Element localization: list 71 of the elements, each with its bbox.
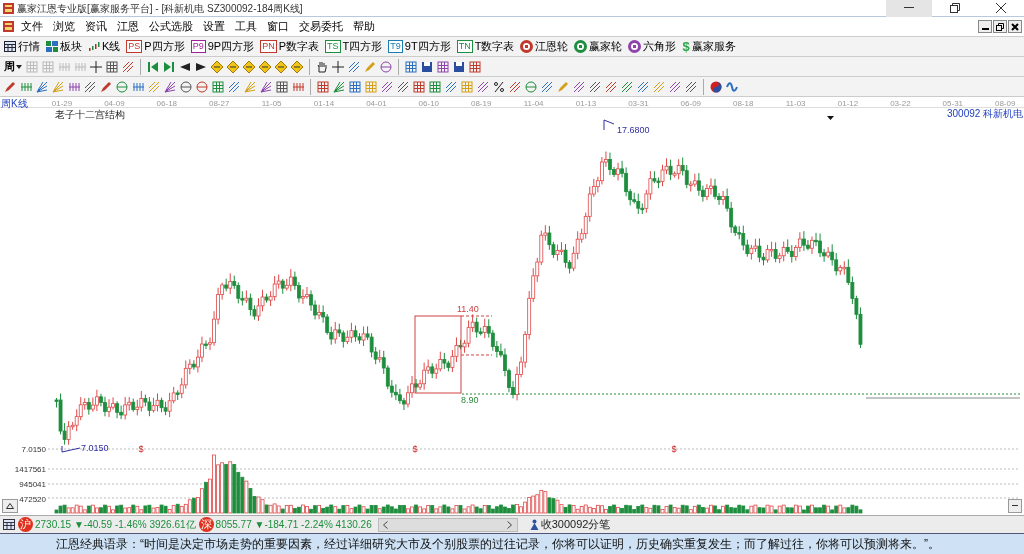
date-label: 08-27 [208,98,230,108]
price-label: 11.40 [457,304,479,314]
badge-icon: PS [126,40,143,53]
toolbar-button[interactable]: 六角形 [628,38,677,55]
signal-marker: $ [412,444,418,454]
tick-detail-link[interactable]: 收300092分笔 [540,516,611,533]
toolbar-button[interactable]: 江恩轮 [520,38,569,55]
badge-icon: TN [456,40,473,53]
toolbar-button[interactable]: 行情 [4,38,40,55]
toolbar-button[interactable]: $赢家服务 [682,38,736,55]
indicator-name: 老子十二宫结构 [55,109,125,120]
index-badge: 沪 [18,517,33,532]
date-label: 05-31 [942,98,964,108]
menu-item[interactable]: 窗口 [262,17,294,36]
menu-item[interactable]: 文件 [16,17,48,36]
period-dropdown[interactable]: 周 [4,58,22,75]
price-axis-label: 7.0150 [21,445,46,454]
index-badge: 深 [198,517,214,532]
toolbar-button[interactable]: PN P数字表 [260,38,320,55]
index-quote: 8055.77 ▼-184.71 -2.24% 4130.26 [215,518,372,532]
date-label: 03-31 [628,98,649,108]
toolbar-button[interactable]: TN T数字表 [456,38,515,55]
toolbar-button[interactable]: PS P四方形 [126,38,185,55]
menu-item[interactable]: 工具 [230,17,262,36]
date-label: 04-01 [366,98,387,108]
menu-item[interactable]: 交易委托 [294,17,348,36]
date-label: 06-09 [680,98,702,108]
date-label: 11-03 [785,98,806,108]
index-quote: 2730.15 ▼-40.59 -1.46% 3926.61亿 [35,518,196,532]
signal-marker: $ [671,444,677,454]
price-label: 8.90 [461,395,479,405]
date-label: 11-04 [523,98,544,108]
date-label: 01-29 [51,98,73,108]
stock-name: 300092 科新机电 [947,108,1024,119]
dollar-icon: $ [682,40,690,53]
toolbar-button[interactable]: T9 9T四方形 [388,38,451,55]
menu-item[interactable]: 帮助 [348,17,380,36]
volume-axis-label: 1417561 [14,465,46,474]
date-label: 01-14 [313,98,335,108]
toolbar-button[interactable]: 赢家轮 [574,38,623,55]
toolbar-button[interactable]: P9 9P四方形 [190,38,255,55]
date-label: 08-09 [994,98,1016,108]
badge-icon: PN [260,40,277,53]
period-label: 周K线 [1,98,28,109]
date-label: 08-18 [732,98,754,108]
badge-icon: TS [325,40,341,53]
date-label: 06-18 [156,98,178,108]
date-label: 01-13 [575,98,597,108]
low-price-label: 7.0150 [81,443,109,453]
badge-icon: P9 [190,40,206,53]
date-label: 08-19 [470,98,492,108]
badge-icon: T9 [388,40,403,53]
signal-marker: $ [138,444,144,454]
date-label: 01-12 [837,98,859,108]
date-label: 03-22 [890,98,911,108]
window-title: 赢家江恩专业版[赢家服务平台] - [科新机电 SZ300092-184周K线] [17,1,303,16]
menu-item[interactable]: 浏览 [48,17,80,36]
toolbar-button[interactable]: K线 [88,38,121,55]
high-price-label: 17.6800 [617,125,650,135]
menu-item[interactable]: 江恩 [112,17,144,36]
quote-text: 江恩经典语录：“时间是决定市场走势的重要因素，经过详细研究大市及个别股票的过往记录，你将可以证明，历史确实重复发生；而了解过往，你将可以预测将来。”。 [56,536,940,553]
menu-item[interactable]: 资讯 [80,17,112,36]
toolbar-button[interactable]: TS T四方形 [325,38,383,55]
menu-item[interactable]: 设置 [198,17,230,36]
menu-item[interactable]: 公式选股 [144,17,198,36]
date-label: 11-05 [261,98,282,108]
toolbar-button[interactable]: 板块 [46,38,82,55]
volume-axis-label: 945041 [19,480,46,489]
volume-axis-label: 472520 [19,495,46,504]
date-label: 06-10 [418,98,440,108]
date-label: 04-09 [104,98,125,108]
